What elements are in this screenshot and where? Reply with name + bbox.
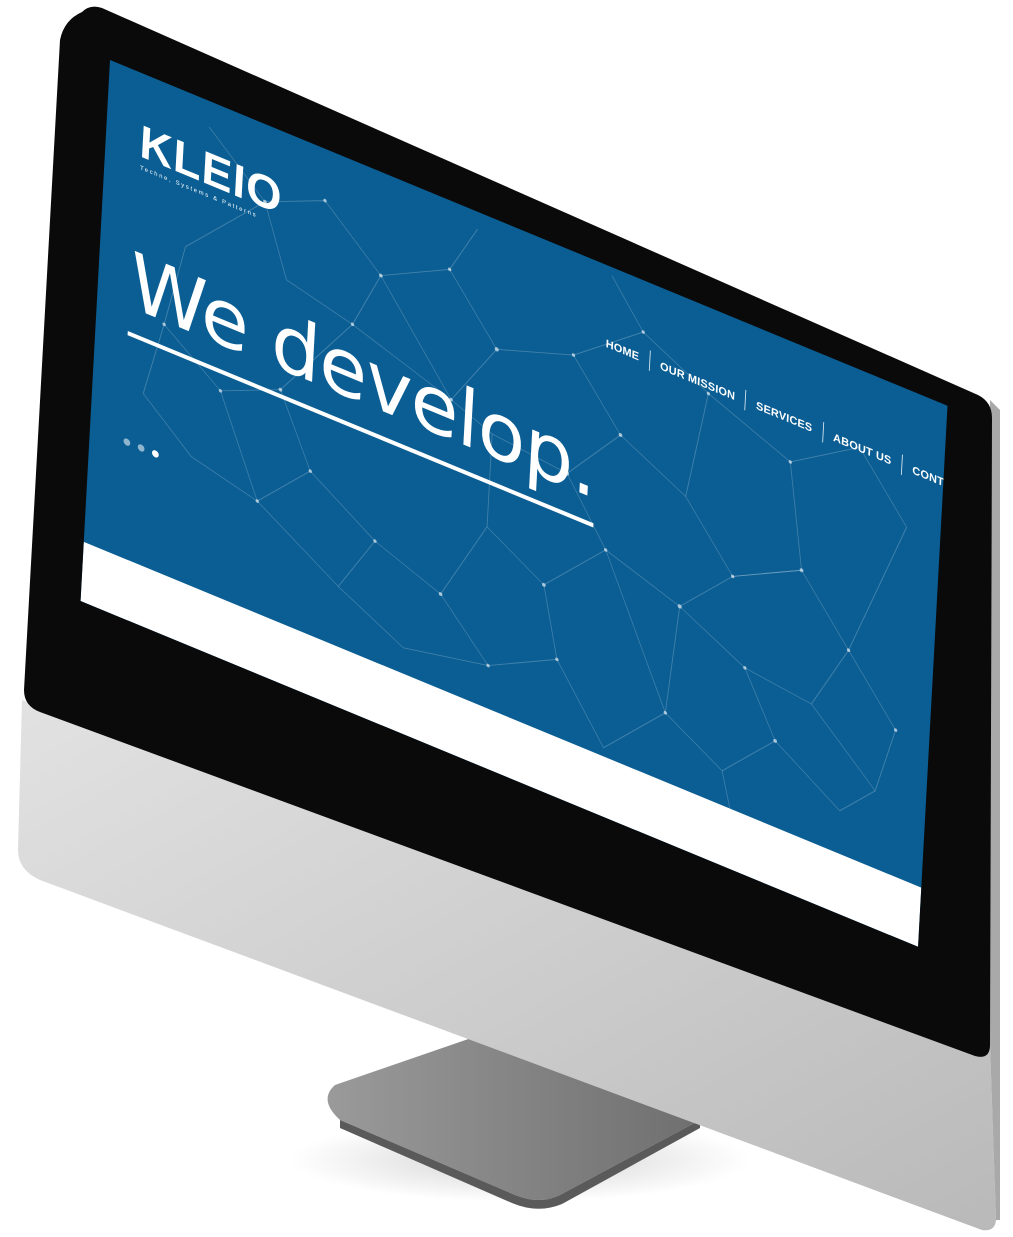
monitor-mockup: KLEIO Techne, Systems & Patterns We deve… xyxy=(0,0,1013,1237)
